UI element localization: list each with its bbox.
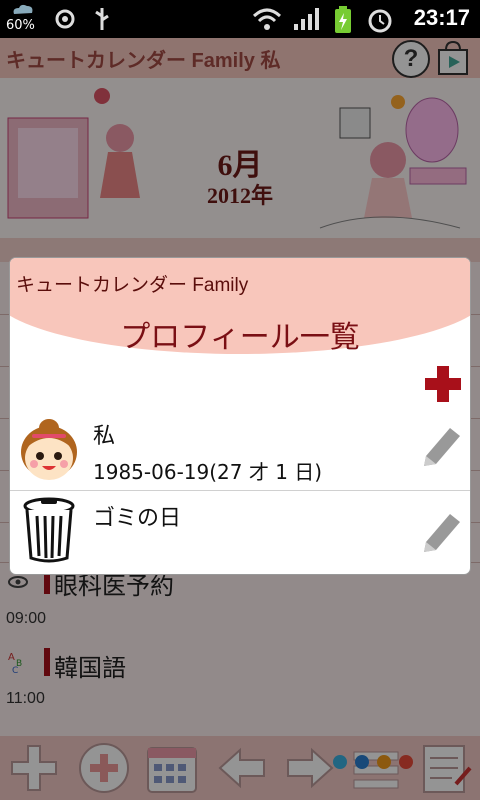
sync-icon	[54, 6, 76, 36]
dialog-app-name: キュートカレンダー Family	[16, 275, 249, 296]
girl-avatar-icon	[21, 419, 77, 480]
alarm-icon	[366, 6, 394, 38]
usb-icon	[92, 6, 112, 36]
profile-item[interactable]: ゴミの日	[10, 494, 470, 574]
wifi-icon	[252, 6, 282, 36]
profile-birthdate: 1985-06-19(27 才 1 日)	[93, 460, 323, 484]
profile-name: ゴミの日	[93, 506, 182, 531]
signal-icon	[292, 6, 320, 36]
edit-profile-button[interactable]	[420, 508, 462, 554]
profile-name: 私	[93, 424, 116, 449]
battery-percent: 60%	[6, 18, 35, 33]
battery-charging-icon	[332, 6, 354, 38]
profile-list-dialog: キュートカレンダー Family プロフィール一覧 私 1985-06-19(2…	[10, 258, 470, 574]
red-plus-icon	[425, 366, 461, 402]
divider	[10, 490, 470, 491]
status-bar: 60% 23:17	[0, 0, 480, 38]
pencil-icon	[424, 514, 460, 552]
clock: 23:17	[413, 5, 470, 30]
profile-item[interactable]: 私 1985-06-19(27 才 1 日)	[10, 412, 470, 494]
dialog-header: キュートカレンダー Family	[10, 258, 470, 306]
edit-profile-button[interactable]	[420, 422, 462, 468]
dialog-title: プロフィール一覧	[120, 320, 360, 355]
trash-can-icon	[23, 497, 75, 563]
pencil-icon	[424, 428, 460, 466]
add-profile-button[interactable]	[423, 364, 463, 404]
